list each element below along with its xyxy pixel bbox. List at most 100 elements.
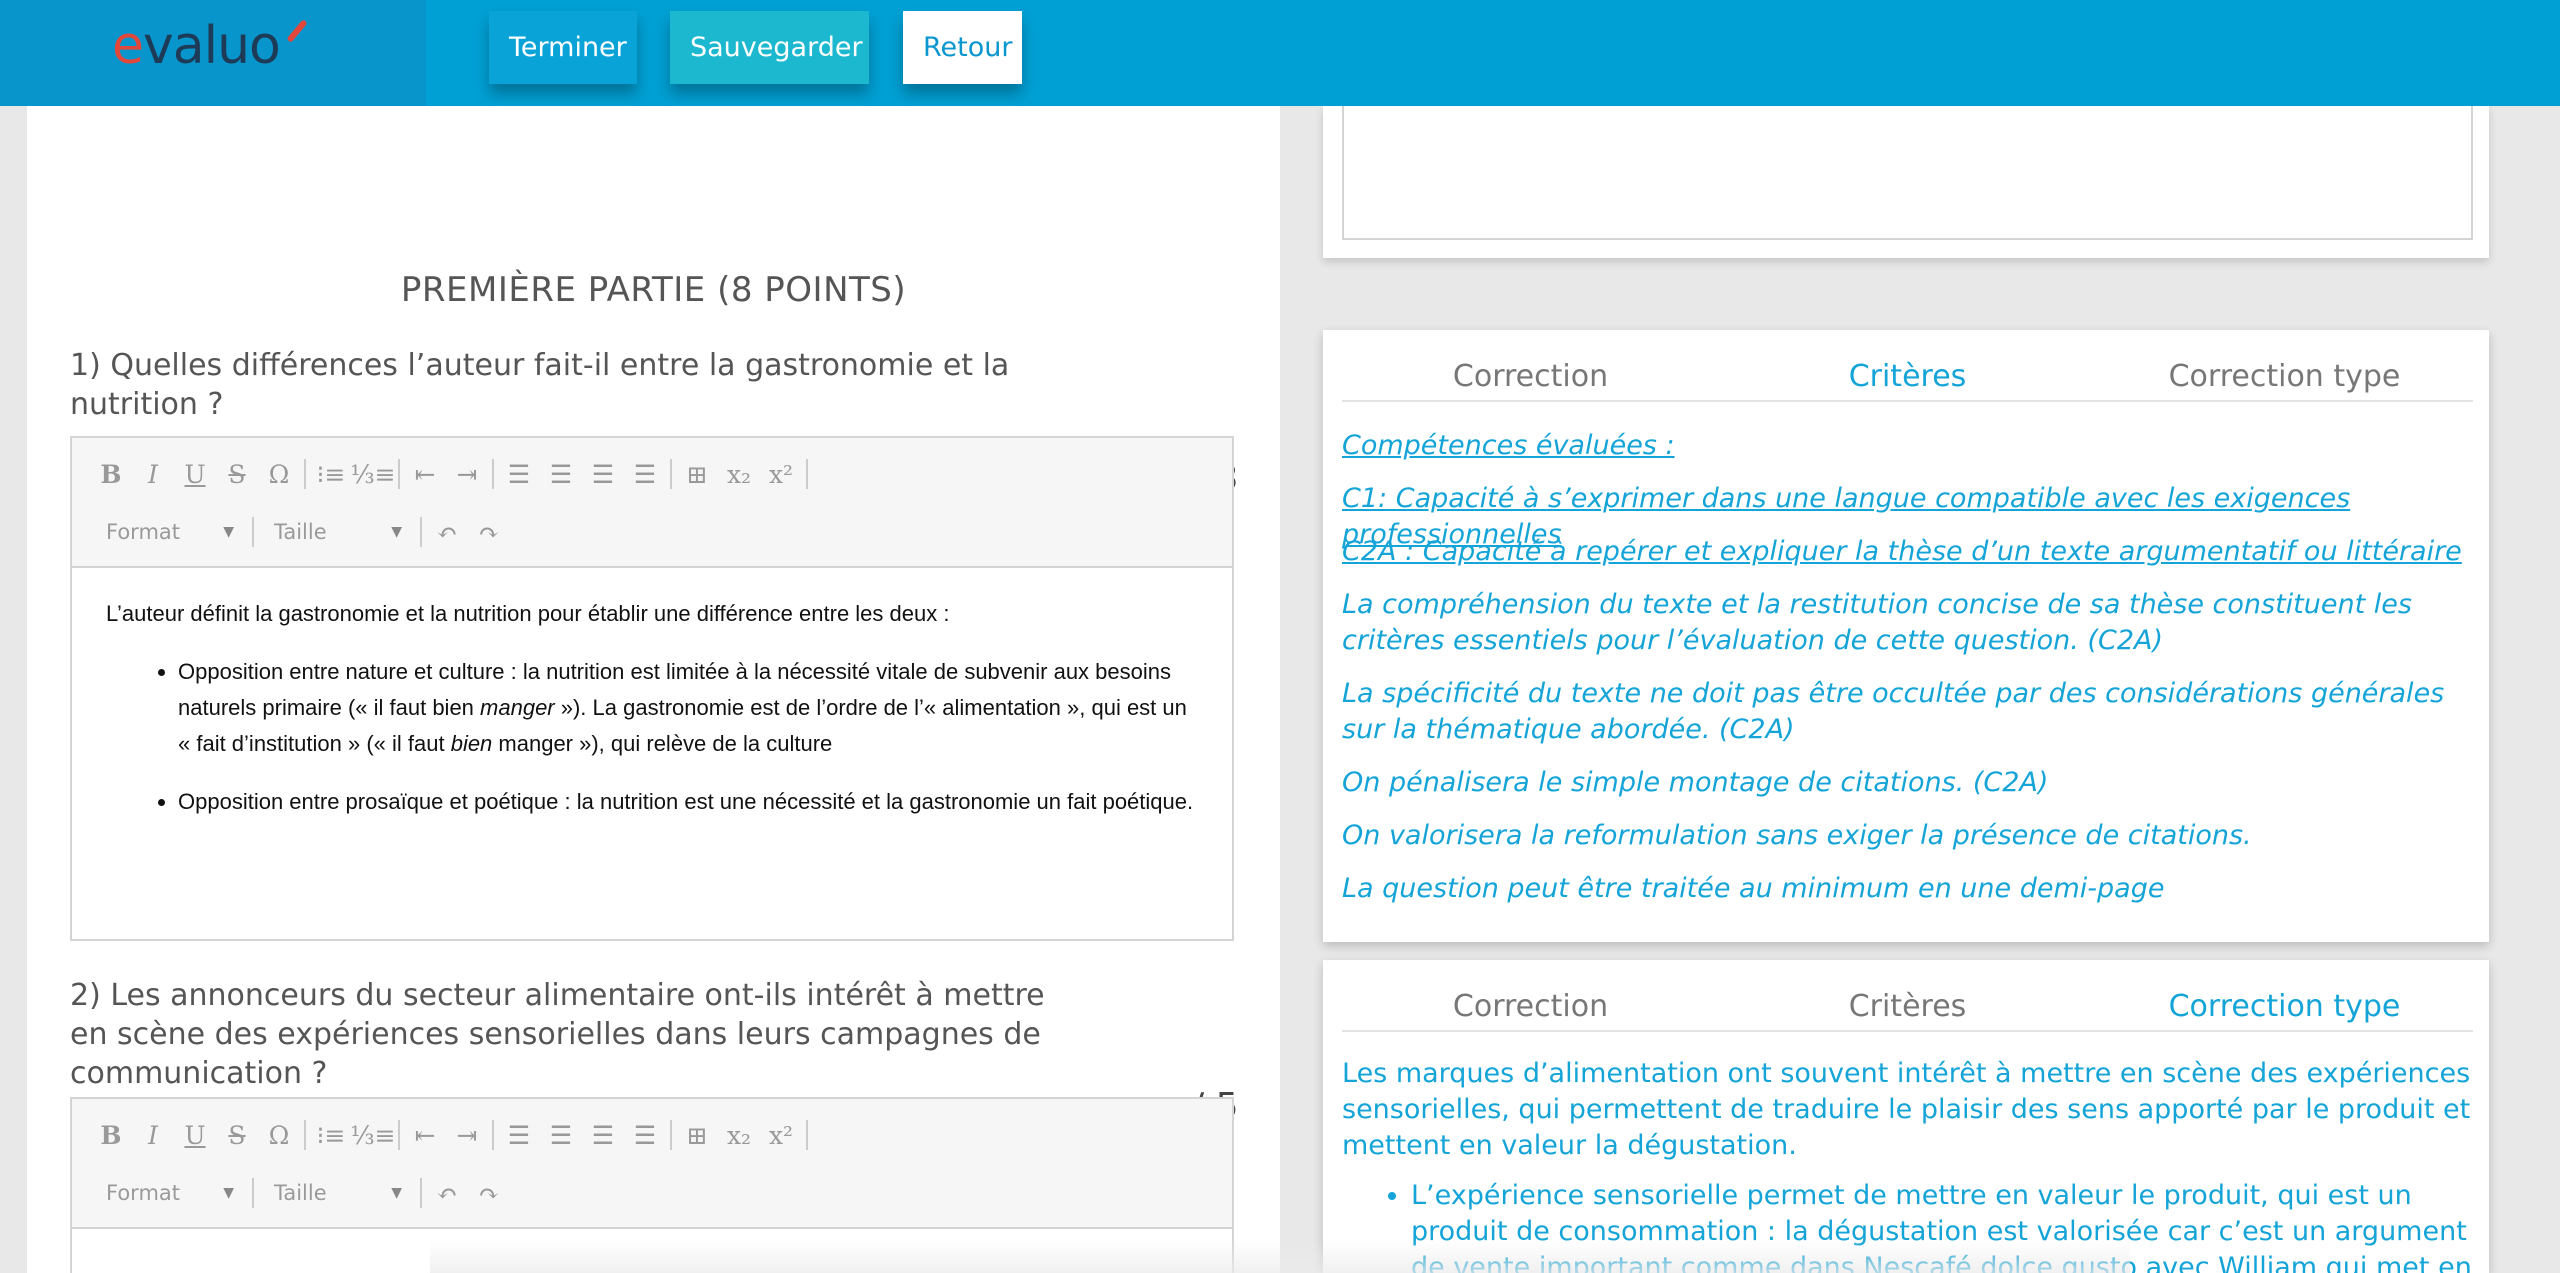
bottom-shadow <box>430 1240 2130 1273</box>
numbered-list-icon[interactable]: ⅓≡ <box>350 1114 395 1156</box>
toolbar-separator <box>252 517 254 547</box>
correction-type-card: Correction Critères Correction type Les … <box>1323 960 2489 1273</box>
underline-icon[interactable]: U <box>174 1114 216 1156</box>
chevron-down-icon: ▼ <box>223 1185 234 1201</box>
logo-accent-mark <box>286 19 308 43</box>
toolbar-separator <box>420 1178 422 1208</box>
answer-bullet-1-emphasis-2: bien <box>450 731 493 756</box>
tab-correction-type[interactable]: Correction type <box>2096 982 2473 1030</box>
logo-area: evaluo <box>0 0 426 106</box>
bullet-list-icon[interactable]: ⁝≡ <box>310 1114 352 1156</box>
chevron-down-icon: ▼ <box>391 524 402 540</box>
tab-criteres[interactable]: Critères <box>1719 982 2096 1030</box>
indent-icon[interactable]: ⇥ <box>446 1114 488 1156</box>
criteria-card-tabs: Correction Critères Correction type <box>1342 352 2473 402</box>
criteria-heading: Compétences évaluées : <box>1342 430 1675 461</box>
logo-text: valuo <box>143 16 281 76</box>
answer-intro: L’auteur définit la gastronomie et la nu… <box>106 601 950 626</box>
toolbar-separator <box>806 459 808 489</box>
toolbar-separator <box>670 1120 672 1150</box>
app-header: evaluo Terminer Sauvegarder Retour <box>0 0 2560 106</box>
tab-criteres[interactable]: Critères <box>1719 352 2096 400</box>
align-right-icon[interactable]: ☰ <box>582 1114 624 1156</box>
evaluo-logo[interactable]: evaluo <box>112 16 308 76</box>
undo-icon[interactable]: ↶ <box>426 511 468 553</box>
table-icon[interactable]: ⊞ <box>676 1114 718 1156</box>
align-center-icon[interactable]: ☰ <box>540 1114 582 1156</box>
bold-icon[interactable]: B <box>90 1114 132 1156</box>
format-dropdown[interactable]: Format ▼ <box>90 1173 248 1213</box>
bullet-list-icon[interactable]: ⁝≡ <box>310 453 352 495</box>
justify-icon[interactable]: ☰ <box>624 1114 666 1156</box>
toolbar-separator <box>398 1120 400 1150</box>
logo-letter-e: e <box>112 16 144 76</box>
editor-toolbar: B I U S Ω ⁝≡ ⅓≡ ⇤ ⇥ ☰ ☰ ☰ ☰ ⊞ x₂ x² Form… <box>72 1099 1232 1229</box>
toolbar-separator <box>492 459 494 489</box>
subscript-icon[interactable]: x₂ <box>718 1114 760 1156</box>
omega-icon[interactable]: Ω <box>258 1114 300 1156</box>
editor-toolbar: B I U S Ω ⁝≡ ⅓≡ ⇤ ⇥ ☰ ☰ ☰ ☰ ⊞ x₂ x² Form… <box>72 438 1232 568</box>
omega-icon[interactable]: Ω <box>258 453 300 495</box>
question-1-answer-text[interactable]: L’auteur définit la gastronomie et la nu… <box>72 568 1232 866</box>
criteria-item: La compréhension du texte et la restitut… <box>1342 589 2412 656</box>
part-title: PREMIÈRE PARTIE (8 POINTS) <box>400 270 907 310</box>
table-icon[interactable]: ⊞ <box>676 453 718 495</box>
format-dropdown[interactable]: Format ▼ <box>90 512 248 552</box>
answer-panel: PREMIÈRE PARTIE (8 POINTS) 1) Quelles di… <box>27 106 1280 1273</box>
indent-icon[interactable]: ⇥ <box>446 453 488 495</box>
taille-dropdown-label: Taille <box>274 1181 327 1205</box>
terminer-button[interactable]: Terminer <box>489 11 637 84</box>
toolbar-separator <box>670 459 672 489</box>
taille-dropdown[interactable]: Taille ▼ <box>258 512 416 552</box>
outdent-icon[interactable]: ⇤ <box>404 1114 446 1156</box>
align-left-icon[interactable]: ☰ <box>498 453 540 495</box>
criteria-item: On valorisera la reformulation sans exig… <box>1342 820 2252 851</box>
taille-dropdown-label: Taille <box>274 520 327 544</box>
superscript-icon[interactable]: x² <box>760 453 802 495</box>
previous-card <box>1323 106 2489 258</box>
taille-dropdown[interactable]: Taille ▼ <box>258 1173 416 1213</box>
toolbar-separator <box>304 459 306 489</box>
redo-icon[interactable]: ↷ <box>468 1172 510 1214</box>
toolbar-separator <box>304 1120 306 1150</box>
answer-bullet-2: Opposition entre prosaïque et poétique :… <box>178 784 1198 820</box>
numbered-list-icon[interactable]: ⅓≡ <box>350 453 395 495</box>
answer-bullet-1: Opposition entre nature et culture : la … <box>178 654 1198 762</box>
align-center-icon[interactable]: ☰ <box>540 453 582 495</box>
previous-card-textarea[interactable] <box>1342 106 2473 240</box>
tab-correction[interactable]: Correction <box>1342 352 1719 400</box>
subscript-icon[interactable]: x₂ <box>718 453 760 495</box>
justify-icon[interactable]: ☰ <box>624 453 666 495</box>
strikethrough-icon[interactable]: S <box>216 453 258 495</box>
toolbar-separator <box>398 459 400 489</box>
answer-bullet-1-part-c: manger »), qui relève de la culture <box>492 731 833 756</box>
redo-icon[interactable]: ↷ <box>468 511 510 553</box>
toolbar-separator <box>420 517 422 547</box>
question-1-text: 1) Quelles différences l’auteur fait-il … <box>70 348 1010 422</box>
align-left-icon[interactable]: ☰ <box>498 1114 540 1156</box>
undo-icon[interactable]: ↶ <box>426 1172 468 1214</box>
superscript-icon[interactable]: x² <box>760 1114 802 1156</box>
italic-icon[interactable]: I <box>132 453 174 495</box>
format-dropdown-label: Format <box>106 1181 181 1205</box>
bold-icon[interactable]: B <box>90 453 132 495</box>
strikethrough-icon[interactable]: S <box>216 1114 258 1156</box>
criteria-card: Correction Critères Correction type Comp… <box>1323 330 2489 942</box>
criteria-item: La spécificité du texte ne doit pas être… <box>1342 678 2445 745</box>
sauvegarder-button[interactable]: Sauvegarder <box>670 11 869 84</box>
question-1-editor: B I U S Ω ⁝≡ ⅓≡ ⇤ ⇥ ☰ ☰ ☰ ☰ ⊞ x₂ x² Form… <box>70 436 1234 941</box>
tab-correction[interactable]: Correction <box>1342 982 1719 1030</box>
chevron-down-icon: ▼ <box>391 1185 402 1201</box>
format-dropdown-label: Format <box>106 520 181 544</box>
correction-type-card-tabs: Correction Critères Correction type <box>1342 982 2473 1032</box>
question-2-text: 2) Les annonceurs du secteur alimentaire… <box>70 978 1045 1091</box>
outdent-icon[interactable]: ⇤ <box>404 453 446 495</box>
underline-icon[interactable]: U <box>174 453 216 495</box>
italic-icon[interactable]: I <box>132 1114 174 1156</box>
align-right-icon[interactable]: ☰ <box>582 453 624 495</box>
tab-correction-type[interactable]: Correction type <box>2096 352 2473 400</box>
criteria-item: La question peut être traitée au minimum… <box>1342 873 2165 904</box>
retour-button[interactable]: Retour <box>903 11 1022 84</box>
toolbar-separator <box>252 1178 254 1208</box>
correction-type-intro: Les marques d’alimentation ont souvent i… <box>1342 1058 2471 1161</box>
